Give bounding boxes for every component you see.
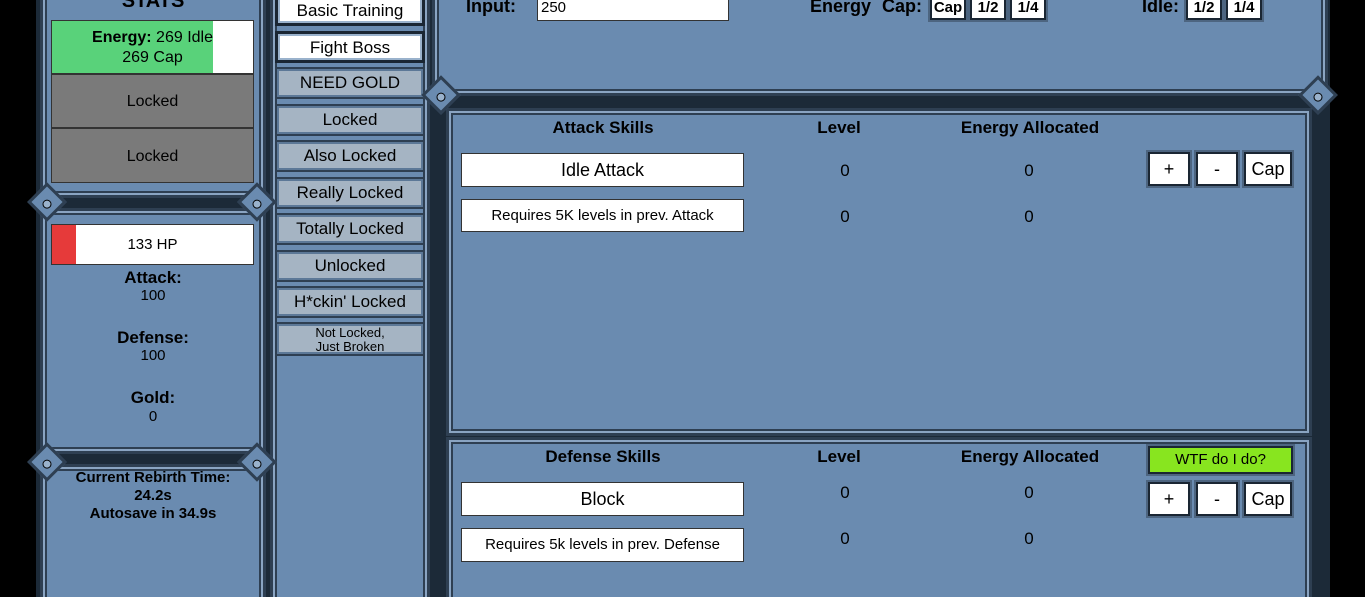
menu-also-locked[interactable]: Also Locked <box>275 140 425 172</box>
block-energy: 0 <box>1024 483 1034 502</box>
attack-cap-button[interactable]: Cap <box>1244 152 1292 186</box>
menu-locked[interactable]: Locked <box>275 104 425 136</box>
attack-minus-button[interactable]: - <box>1196 152 1238 186</box>
idle-attack-level: 0 <box>840 161 850 180</box>
energy-label: Energy: <box>92 29 152 46</box>
cap-label: Cap: <box>882 0 922 16</box>
idle-label: Idle: <box>1142 0 1180 16</box>
menu-need-gold[interactable]: NEED GOLD <box>275 67 425 99</box>
menu-not-locked-line2: Just Broken <box>315 339 385 354</box>
skill-defense-locked: Requires 5k levels in prev. Defense <box>461 528 744 562</box>
rebirth-info: Current Rebirth Time: 24.2s Autosave in … <box>40 469 266 523</box>
attack-energy-header: Energy Allocated <box>960 118 1100 137</box>
rebirth-value: 24.2s <box>134 487 172 504</box>
menu-fight-boss[interactable]: Fight Boss <box>275 31 425 63</box>
menu-not-locked-broken[interactable]: Not Locked, Just Broken <box>275 322 425 356</box>
attack-plus-button[interactable]: + <box>1148 152 1190 186</box>
defense-skills-header: Defense Skills <box>545 447 661 466</box>
idle-half-button[interactable]: 1/2 <box>1186 0 1222 20</box>
defense-plus-button[interactable]: + <box>1148 482 1190 516</box>
hp-text: 133 HP <box>127 236 178 253</box>
autosave-text: Autosave in 34.9s <box>89 505 217 522</box>
skill-idle-attack[interactable]: Idle Attack <box>461 153 744 187</box>
locked-stat-2: Locked <box>51 128 254 183</box>
locked-stat-1: Locked <box>51 74 254 128</box>
defense-value: 100 <box>140 347 166 364</box>
attack-locked-energy: 0 <box>1024 207 1034 226</box>
energy-cap: 269 Cap <box>122 49 183 66</box>
rebirth-label: Current Rebirth Time: <box>75 469 231 486</box>
cap-half-button[interactable]: 1/2 <box>970 0 1006 20</box>
menu-really-locked[interactable]: Really Locked <box>275 177 425 209</box>
attack-level-header: Level <box>817 118 861 137</box>
energy-bar: Energy: 269 Idle 269 Cap <box>51 20 254 74</box>
skill-attack-locked: Requires 5K levels in prev. Attack <box>461 199 744 232</box>
defense-label: Defense: <box>117 328 189 347</box>
energy-label-top: Energy <box>810 0 872 16</box>
cap-quarter-button[interactable]: 1/4 <box>1010 0 1046 20</box>
menu-totally-locked[interactable]: Totally Locked <box>275 213 425 245</box>
defense-level-header: Level <box>817 447 861 466</box>
menu-unlocked[interactable]: Unlocked <box>275 250 425 282</box>
defense-locked-level: 0 <box>840 529 850 548</box>
energy-input[interactable] <box>537 0 729 21</box>
energy-idle: 269 Idle <box>156 29 213 46</box>
attack-value: 100 <box>140 287 166 304</box>
cap-full-button[interactable]: Cap <box>930 0 966 20</box>
menu-basic-training[interactable]: Basic Training <box>275 0 425 26</box>
defense-cap-button[interactable]: Cap <box>1244 482 1292 516</box>
attack-locked-level: 0 <box>840 207 850 226</box>
input-label: Input: <box>466 0 516 16</box>
defense-energy-header: Energy Allocated <box>960 447 1100 466</box>
skill-block[interactable]: Block <box>461 482 744 516</box>
idle-attack-energy: 0 <box>1024 161 1034 180</box>
idle-quarter-button[interactable]: 1/4 <box>1226 0 1262 20</box>
attack-label: Attack: <box>124 268 182 287</box>
block-level: 0 <box>840 483 850 502</box>
menu-not-locked-line1: Not Locked, <box>315 325 385 340</box>
defense-minus-button[interactable]: - <box>1196 482 1238 516</box>
gold-value: 0 <box>148 408 158 425</box>
gold-label: Gold: <box>130 388 176 407</box>
attack-skills-header: Attack Skills <box>552 118 654 137</box>
menu-hckin-locked[interactable]: H*ckin' Locked <box>275 286 425 318</box>
help-button[interactable]: WTF do I do? <box>1148 446 1293 474</box>
stats-title: STATS <box>121 0 185 12</box>
hp-bar: 133 HP <box>51 224 254 265</box>
defense-locked-energy: 0 <box>1024 529 1034 548</box>
